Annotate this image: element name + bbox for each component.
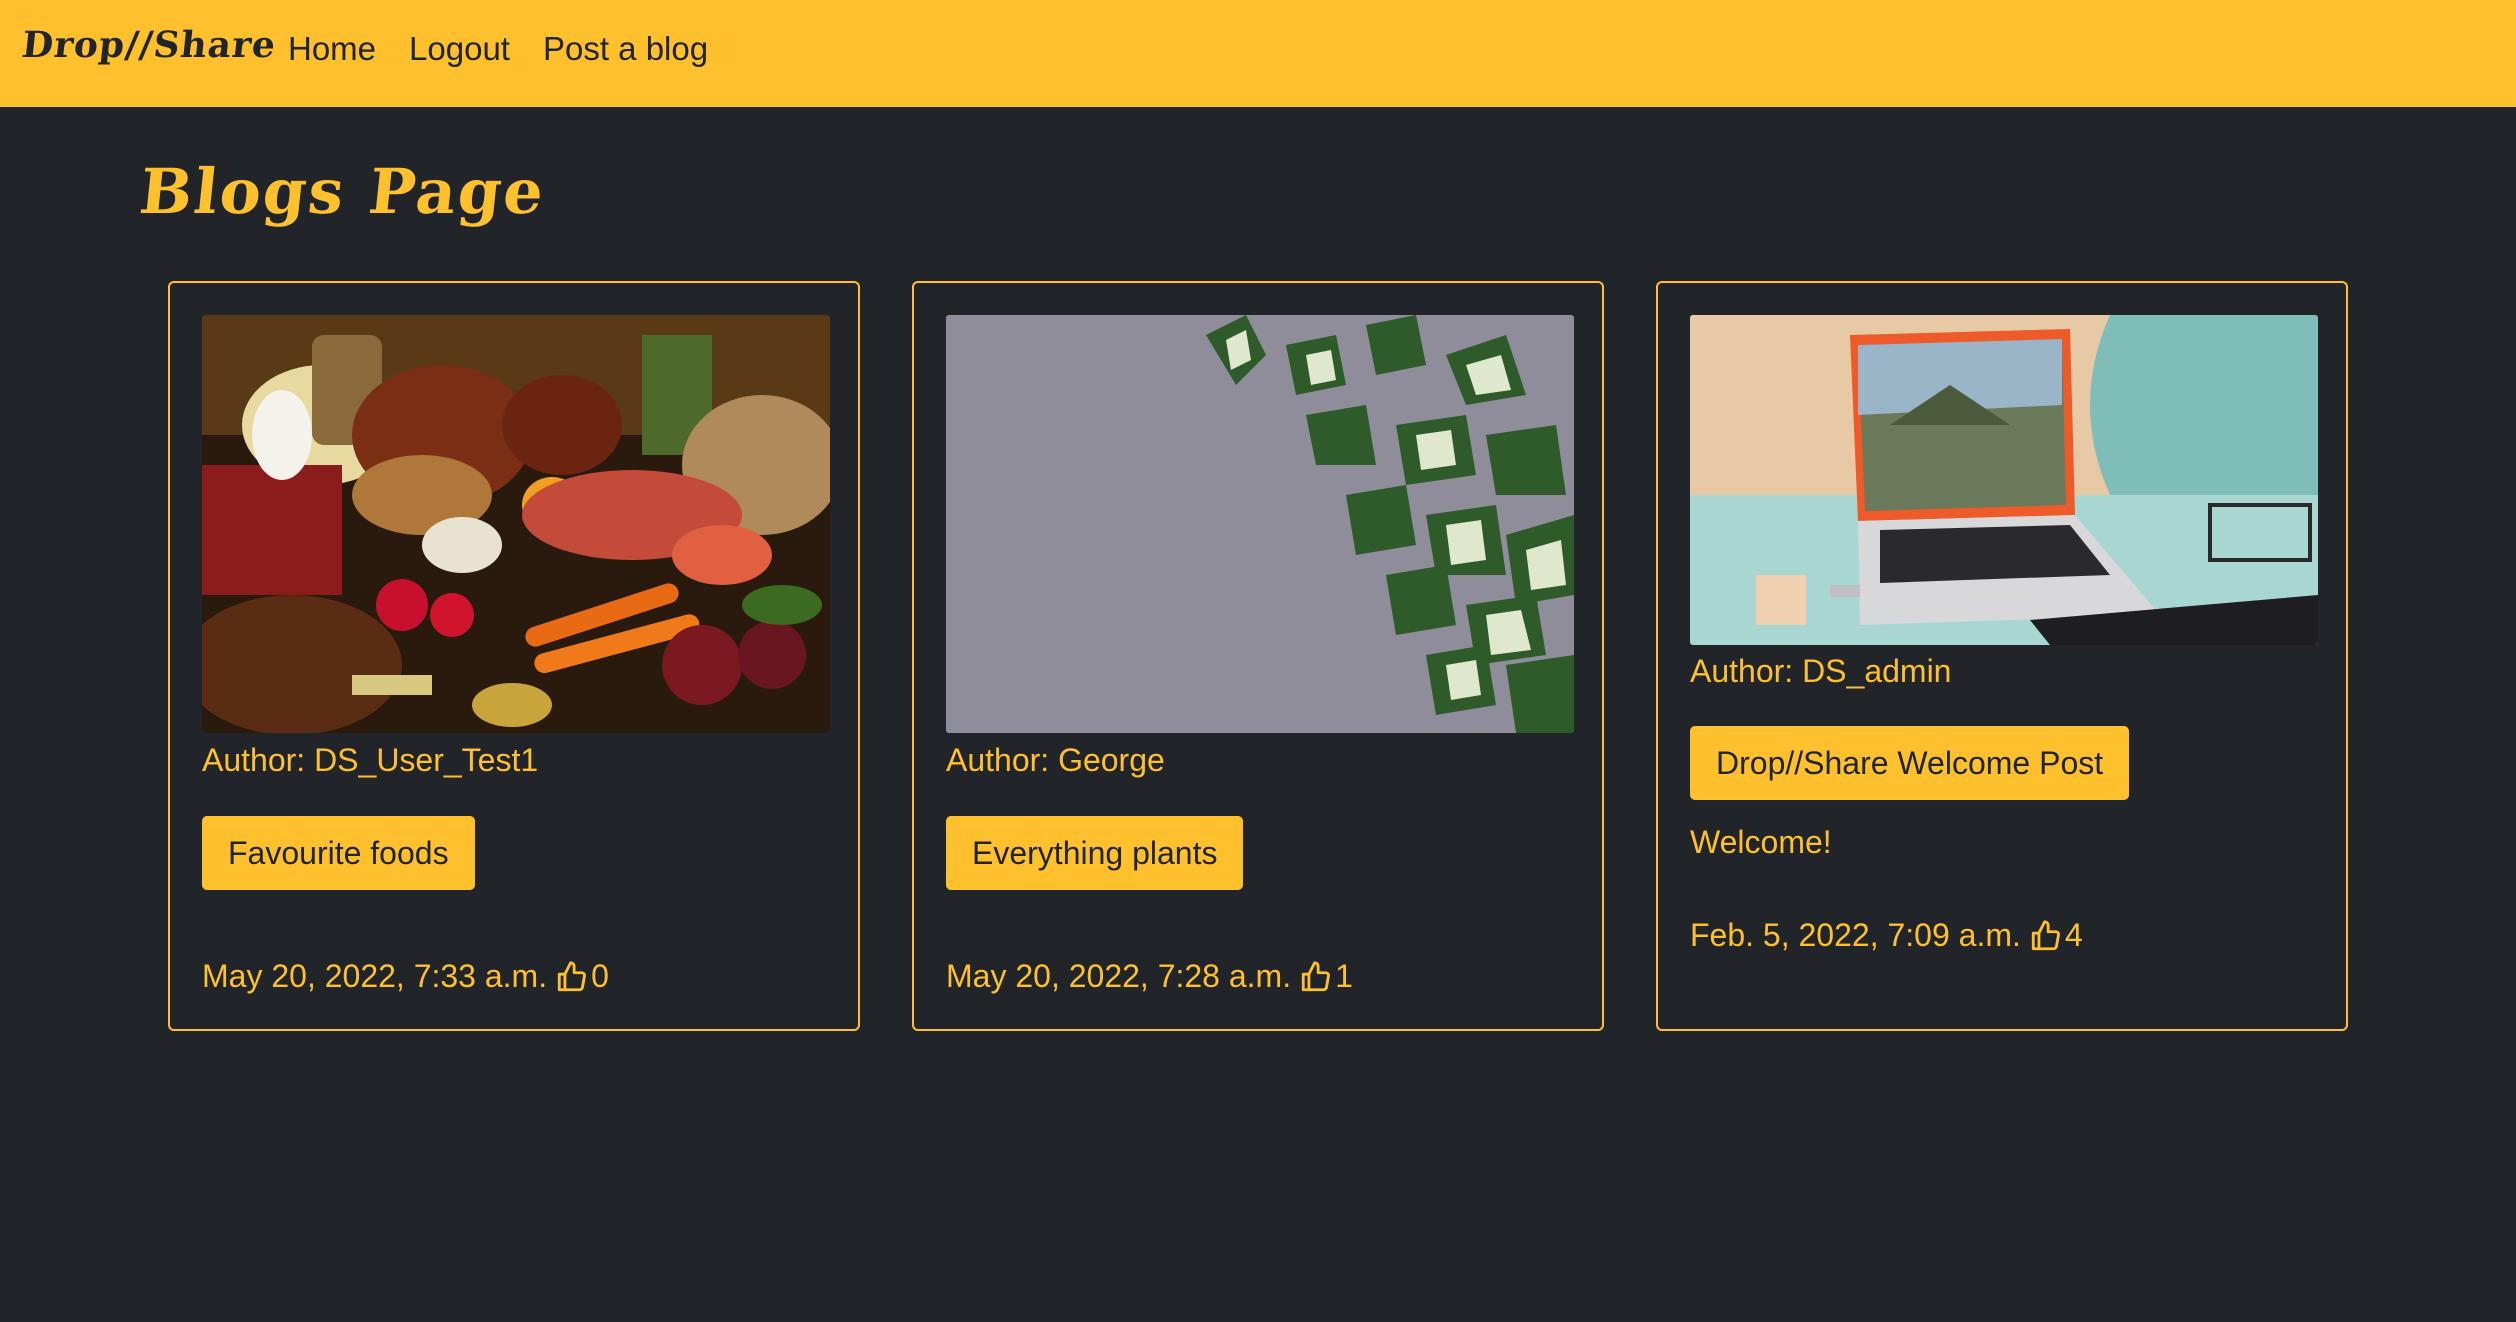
top-navbar: Drop//Share Home Logout Post a blog <box>0 0 2516 107</box>
post-meta: May 20, 2022, 7:28 a.m. 1 <box>946 958 1353 995</box>
like-button[interactable]: 0 <box>555 958 609 995</box>
blog-card: Author: DS_admin Drop//Share Welcome Pos… <box>1656 281 2348 1031</box>
post-author: Author: George <box>946 742 1165 778</box>
post-title-button[interactable]: Everything plants <box>946 816 1244 890</box>
post-meta: Feb. 5, 2022, 7:09 a.m. 4 <box>1690 917 2083 954</box>
post-date: Feb. 5, 2022, 7:09 a.m. <box>1690 917 2021 953</box>
thumbs-up-icon <box>1301 960 1331 991</box>
page-title: Blogs Page <box>136 155 549 228</box>
post-excerpt: Welcome! <box>1690 824 1832 860</box>
nav-link-home[interactable]: Home <box>288 30 376 68</box>
like-button[interactable]: 1 <box>1299 958 1353 995</box>
blog-image-ivy <box>946 315 1574 733</box>
blog-image-laptop <box>1690 315 2318 645</box>
post-date: May 20, 2022, 7:28 a.m. <box>946 958 1292 994</box>
thumbs-up-icon <box>2031 919 2060 950</box>
post-title-button[interactable]: Drop//Share Welcome Post <box>1690 726 2130 800</box>
like-count: 0 <box>591 958 609 994</box>
blog-card: Author: George Everything plants May 20,… <box>912 281 1604 1031</box>
like-button[interactable]: 4 <box>2029 917 2083 954</box>
post-title-button[interactable]: Favourite foods <box>202 816 475 890</box>
nav-link-post-blog[interactable]: Post a blog <box>543 30 708 68</box>
post-date: May 20, 2022, 7:33 a.m. <box>202 958 548 994</box>
post-author: Author: DS_admin <box>1690 653 1952 689</box>
post-meta: May 20, 2022, 7:33 a.m. 0 <box>202 958 609 995</box>
brand-logo[interactable]: Drop//Share <box>20 24 278 66</box>
nav-links: Home Logout Post a blog <box>288 30 741 68</box>
blog-image-food <box>202 315 830 733</box>
post-author: Author: DS_User_Test1 <box>202 742 539 778</box>
like-count: 4 <box>2064 917 2083 953</box>
thumbs-up-icon <box>557 960 587 991</box>
like-count: 1 <box>1335 958 1353 994</box>
blog-card: Author: DS_User_Test1 Favourite foods Ma… <box>168 281 860 1031</box>
nav-link-logout[interactable]: Logout <box>409 30 510 68</box>
